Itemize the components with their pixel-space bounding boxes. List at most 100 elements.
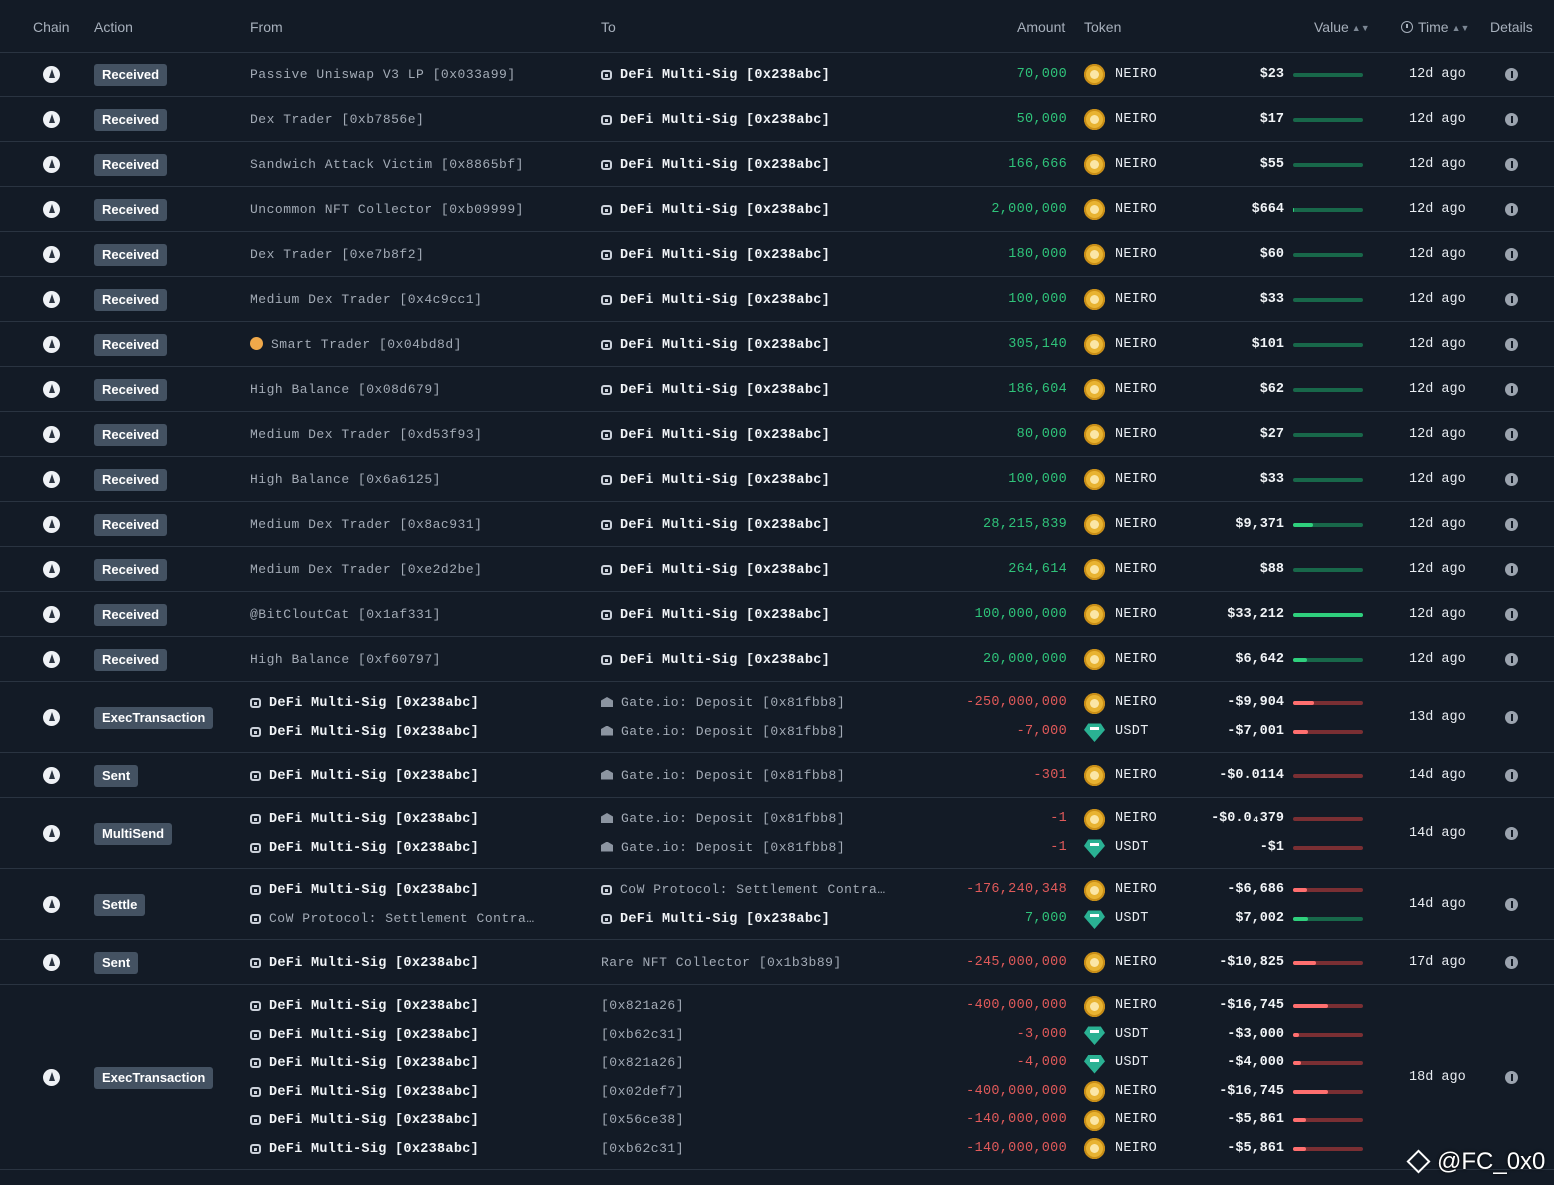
to-address[interactable]: Rare NFT Collector [0x1b3b89] bbox=[601, 953, 842, 973]
action-badge[interactable]: Received bbox=[94, 603, 168, 626]
table-row[interactable]: Received Uncommon NFT Collector [0xb09999… bbox=[0, 187, 1554, 232]
token-symbol[interactable]: NEIRO bbox=[1115, 1110, 1157, 1130]
from-address[interactable]: DeFi Multi-Sig [0x238abc] bbox=[250, 1139, 479, 1159]
action-badge[interactable]: Received bbox=[94, 513, 168, 536]
action-badge[interactable]: MultiSend bbox=[94, 822, 173, 845]
token-symbol[interactable]: NEIRO bbox=[1115, 1139, 1157, 1159]
to-address[interactable]: Gate.io: Deposit [0x81fbb8] bbox=[601, 722, 845, 742]
table-row[interactable]: Received Passive Uniswap V3 LP [0x033a99]… bbox=[0, 52, 1554, 97]
from-address[interactable]: DeFi Multi-Sig [0x238abc] bbox=[250, 722, 479, 742]
token-symbol[interactable]: NEIRO bbox=[1115, 515, 1157, 535]
action-badge[interactable]: ExecTransaction bbox=[94, 706, 214, 729]
to-address[interactable]: DeFi Multi-Sig [0x238abc] bbox=[601, 909, 830, 929]
token-symbol[interactable]: USDT bbox=[1115, 838, 1149, 858]
from-address[interactable]: DeFi Multi-Sig [0x238abc] bbox=[250, 1082, 479, 1102]
table-row[interactable]: Received Medium Dex Trader [0xe2d2be] DeFi… bbox=[0, 547, 1554, 592]
to-address[interactable]: DeFi Multi-Sig [0x238abc] bbox=[601, 650, 830, 670]
to-address[interactable]: [0x02def7] bbox=[601, 1082, 684, 1102]
details-info-icon[interactable] bbox=[1505, 898, 1518, 911]
table-row[interactable]: Received Sandwich Attack Victim [0x8865bf… bbox=[0, 142, 1554, 187]
details-info-icon[interactable] bbox=[1505, 1071, 1518, 1084]
table-row[interactable]: Received Medium Dex Trader [0x8ac931] DeFi… bbox=[0, 502, 1554, 547]
from-address[interactable]: Medium Dex Trader [0x8ac931] bbox=[250, 515, 482, 535]
details-info-icon[interactable] bbox=[1505, 608, 1518, 621]
from-address[interactable]: DeFi Multi-Sig [0x238abc] bbox=[250, 809, 479, 829]
details-info-icon[interactable] bbox=[1505, 203, 1518, 216]
from-address[interactable]: Smart Trader [0x04bd8d] bbox=[250, 335, 462, 355]
from-address[interactable]: Uncommon NFT Collector [0xb09999] bbox=[250, 200, 524, 220]
from-address[interactable]: High Balance [0x08d679] bbox=[250, 380, 441, 400]
token-symbol[interactable]: NEIRO bbox=[1115, 996, 1157, 1016]
details-info-icon[interactable] bbox=[1505, 473, 1518, 486]
details-info-icon[interactable] bbox=[1505, 769, 1518, 782]
table-row[interactable]: ExecTransaction DeFi Multi-Sig [0x238abc]… bbox=[0, 985, 1554, 1170]
to-address[interactable]: [0x821a26] bbox=[601, 1053, 684, 1073]
details-info-icon[interactable] bbox=[1505, 338, 1518, 351]
details-info-icon[interactable] bbox=[1505, 383, 1518, 396]
table-row[interactable]: Received Dex Trader [0xb7856e] DeFi Multi-… bbox=[0, 97, 1554, 142]
table-row[interactable]: Settle DeFi Multi-Sig [0x238abc] CoW Proto… bbox=[0, 869, 1554, 940]
from-address[interactable]: DeFi Multi-Sig [0x238abc] bbox=[250, 1053, 479, 1073]
sort-icon[interactable]: ▲▼ bbox=[1352, 23, 1370, 33]
details-info-icon[interactable] bbox=[1505, 711, 1518, 724]
from-address[interactable]: Sandwich Attack Victim [0x8865bf] bbox=[250, 155, 524, 175]
token-symbol[interactable]: NEIRO bbox=[1115, 1082, 1157, 1102]
token-symbol[interactable]: USDT bbox=[1115, 909, 1149, 929]
details-info-icon[interactable] bbox=[1505, 563, 1518, 576]
action-badge[interactable]: Sent bbox=[94, 764, 139, 787]
table-row[interactable]: Sent DeFi Multi-Sig [0x238abc] Gate.io: De… bbox=[0, 753, 1554, 798]
action-badge[interactable]: Received bbox=[94, 243, 168, 266]
from-address[interactable]: Dex Trader [0xb7856e] bbox=[250, 110, 424, 130]
token-symbol[interactable]: NEIRO bbox=[1115, 65, 1157, 85]
from-address[interactable]: DeFi Multi-Sig [0x238abc] bbox=[250, 766, 479, 786]
token-symbol[interactable]: NEIRO bbox=[1115, 470, 1157, 490]
action-badge[interactable]: Received bbox=[94, 378, 168, 401]
to-address[interactable]: DeFi Multi-Sig [0x238abc] bbox=[601, 155, 830, 175]
table-row[interactable]: Received Medium Dex Trader [0xd53f93] DeFi… bbox=[0, 412, 1554, 457]
to-address[interactable]: [0xb62c31] bbox=[601, 1139, 684, 1159]
to-address[interactable]: [0x56ce38] bbox=[601, 1110, 684, 1130]
column-header-value[interactable]: Value ▲▼ bbox=[1314, 19, 1370, 35]
to-address[interactable]: DeFi Multi-Sig [0x238abc] bbox=[601, 335, 830, 355]
action-badge[interactable]: Sent bbox=[94, 951, 139, 974]
table-row[interactable]: Received @BitCloutCat [0x1af331] DeFi Mult… bbox=[0, 592, 1554, 637]
token-symbol[interactable]: NEIRO bbox=[1115, 953, 1157, 973]
token-symbol[interactable]: NEIRO bbox=[1115, 425, 1157, 445]
action-badge[interactable]: Settle bbox=[94, 893, 146, 916]
to-address[interactable]: DeFi Multi-Sig [0x238abc] bbox=[601, 200, 830, 220]
column-header-time[interactable]: Time ▲▼ bbox=[1401, 19, 1469, 35]
details-info-icon[interactable] bbox=[1505, 518, 1518, 531]
from-address[interactable]: DeFi Multi-Sig [0x238abc] bbox=[250, 1025, 479, 1045]
from-address[interactable]: DeFi Multi-Sig [0x238abc] bbox=[250, 838, 479, 858]
to-address[interactable]: CoW Protocol: Settlement Contra… bbox=[601, 880, 886, 900]
to-address[interactable]: DeFi Multi-Sig [0x238abc] bbox=[601, 380, 830, 400]
token-symbol[interactable]: NEIRO bbox=[1115, 560, 1157, 580]
details-info-icon[interactable] bbox=[1505, 248, 1518, 261]
table-row[interactable]: Received Medium Dex Trader [0x4c9cc1] DeFi… bbox=[0, 277, 1554, 322]
to-address[interactable]: DeFi Multi-Sig [0x238abc] bbox=[601, 560, 830, 580]
token-symbol[interactable]: NEIRO bbox=[1115, 605, 1157, 625]
to-address[interactable]: DeFi Multi-Sig [0x238abc] bbox=[601, 290, 830, 310]
from-address[interactable]: DeFi Multi-Sig [0x238abc] bbox=[250, 996, 479, 1016]
details-info-icon[interactable] bbox=[1505, 827, 1518, 840]
to-address[interactable]: Gate.io: Deposit [0x81fbb8] bbox=[601, 809, 845, 829]
table-row[interactable]: Received High Balance [0xf60797] DeFi Mult… bbox=[0, 637, 1554, 682]
table-row[interactable]: Received High Balance [0x08d679] DeFi Mult… bbox=[0, 367, 1554, 412]
details-info-icon[interactable] bbox=[1505, 113, 1518, 126]
table-row[interactable]: MultiSend DeFi Multi-Sig [0x238abc] Gate.i… bbox=[0, 798, 1554, 869]
to-address[interactable]: DeFi Multi-Sig [0x238abc] bbox=[601, 515, 830, 535]
from-address[interactable]: DeFi Multi-Sig [0x238abc] bbox=[250, 880, 479, 900]
details-info-icon[interactable] bbox=[1505, 293, 1518, 306]
sort-icon[interactable]: ▲▼ bbox=[1452, 23, 1470, 33]
from-address[interactable]: Medium Dex Trader [0xe2d2be] bbox=[250, 560, 482, 580]
to-address[interactable]: DeFi Multi-Sig [0x238abc] bbox=[601, 245, 830, 265]
token-symbol[interactable]: NEIRO bbox=[1115, 245, 1157, 265]
from-address[interactable]: High Balance [0x6a6125] bbox=[250, 470, 441, 490]
action-badge[interactable]: Received bbox=[94, 333, 168, 356]
to-address[interactable]: DeFi Multi-Sig [0x238abc] bbox=[601, 605, 830, 625]
to-address[interactable]: DeFi Multi-Sig [0x238abc] bbox=[601, 65, 830, 85]
from-address[interactable]: DeFi Multi-Sig [0x238abc] bbox=[250, 693, 479, 713]
details-info-icon[interactable] bbox=[1505, 68, 1518, 81]
token-symbol[interactable]: NEIRO bbox=[1115, 880, 1157, 900]
token-symbol[interactable]: NEIRO bbox=[1115, 155, 1157, 175]
